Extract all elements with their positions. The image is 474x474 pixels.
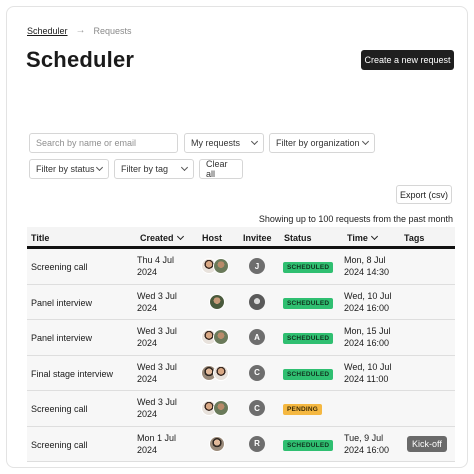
row-time: Tue, 9 Jul 2024 16:00 xyxy=(344,432,390,455)
status-filter-label: Filter by status xyxy=(36,164,95,174)
status-badge: SCHEDULED xyxy=(283,368,334,380)
invitee: R xyxy=(249,435,265,452)
invitee xyxy=(249,293,265,312)
header-host: Host xyxy=(202,233,222,243)
row-title: Screening call xyxy=(31,439,88,450)
row-created: Wed 3 Jul 2024 xyxy=(137,397,177,419)
status-badge: SCHEDULED xyxy=(283,439,334,451)
avatar xyxy=(209,435,225,452)
invitee-avatar: C xyxy=(249,400,265,416)
header-time[interactable]: Time xyxy=(347,232,378,243)
status-badge: SCHEDULED xyxy=(283,261,334,273)
invitee: C xyxy=(249,364,265,381)
tag-filter[interactable]: Filter by tag xyxy=(114,159,194,179)
organization-filter[interactable]: Filter by organization xyxy=(269,133,375,153)
row-created: Wed 3 Jul 2024 xyxy=(137,361,177,384)
clear-all-button[interactable]: Clear all xyxy=(199,159,243,179)
avatar xyxy=(213,400,229,416)
chevron-down-icon xyxy=(176,232,184,241)
header-status: Status xyxy=(284,233,312,243)
header-title[interactable]: Title xyxy=(31,233,49,243)
table-row[interactable]: Screening call Mon 1 Jul 2024 R SCHEDULED… xyxy=(27,426,455,462)
row-created: Wed 3 Jul 2024 xyxy=(137,326,177,348)
invitee: A xyxy=(249,329,265,345)
row-created: Thu 4 Jul 2024 xyxy=(137,255,175,277)
table-row[interactable]: Panel interview Wed 3 Jul 2024 SCHEDULED … xyxy=(27,284,455,320)
table-row[interactable]: Panel interview Wed 3 Jul 2024 A SCHEDULE… xyxy=(27,320,455,356)
avatar xyxy=(213,258,229,274)
header-tags: Tags xyxy=(404,233,425,243)
my-requests-label: My requests xyxy=(191,138,241,148)
organization-filter-label: Filter by organization xyxy=(276,138,360,148)
invitee-avatar: R xyxy=(249,435,265,452)
row-time: Mon, 8 Jul 2024 14:30 xyxy=(344,255,390,277)
header-invitee: Invitee xyxy=(243,233,272,243)
status-badge: PENDING xyxy=(283,403,323,415)
avatar xyxy=(213,329,229,345)
app-frame: Scheduler → Requests Scheduler Create a … xyxy=(6,6,468,468)
row-time: Mon, 15 Jul 2024 16:00 xyxy=(344,326,391,348)
chevron-down-icon xyxy=(95,163,104,172)
table-row[interactable]: Screening call Wed 3 Jul 2024 C PENDING xyxy=(27,391,455,427)
host-avatars xyxy=(209,435,225,452)
avatar xyxy=(213,364,229,381)
host-avatars xyxy=(201,258,229,274)
breadcrumb-current: Requests xyxy=(93,25,132,36)
requests-table: Title Created Host Invitee Status Time T… xyxy=(27,227,455,462)
tag-chip[interactable]: Kick-off xyxy=(407,435,447,452)
page-title: Scheduler xyxy=(26,47,135,72)
row-time: Wed, 10 Jul 2024 11:00 xyxy=(344,361,392,384)
row-title: Panel interview xyxy=(31,297,93,308)
row-title: Screening call xyxy=(31,262,88,272)
header-created[interactable]: Created xyxy=(140,232,184,243)
host-avatars xyxy=(201,364,229,381)
chevron-down-icon xyxy=(250,137,259,146)
host-avatars xyxy=(201,400,229,416)
invitee-avatar: A xyxy=(249,329,265,345)
export-csv-button[interactable]: Export (csv) xyxy=(396,185,452,204)
status-filter[interactable]: Filter by status xyxy=(29,159,109,179)
status-badge: SCHEDULED xyxy=(283,332,334,344)
search-input[interactable]: Search by name or email xyxy=(29,133,178,153)
host-avatars xyxy=(201,329,229,345)
breadcrumb: Scheduler → Requests xyxy=(27,25,132,36)
invitee-avatar: J xyxy=(249,258,265,274)
breadcrumb-scheduler-link[interactable]: Scheduler xyxy=(27,26,68,36)
row-title: Final stage interview xyxy=(31,368,114,379)
invitee: C xyxy=(249,400,265,416)
table-header: Title Created Host Invitee Status Time T… xyxy=(27,227,455,249)
row-title: Panel interview xyxy=(31,333,93,343)
row-created: Mon 1 Jul 2024 xyxy=(137,432,177,455)
avatar xyxy=(209,293,225,310)
arrow-right-icon: → xyxy=(75,25,86,36)
table-row[interactable]: Final stage interview Wed 3 Jul 2024 C SC… xyxy=(27,355,455,391)
chevron-down-icon xyxy=(180,163,189,172)
table-row[interactable]: Screening call Thu 4 Jul 2024 J SCHEDULED… xyxy=(27,249,455,285)
row-time: Wed, 10 Jul 2024 16:00 xyxy=(344,290,392,313)
row-title: Screening call xyxy=(31,404,88,414)
create-request-button[interactable]: Create a new request xyxy=(361,50,454,70)
chevron-down-icon xyxy=(361,137,370,146)
chevron-down-icon xyxy=(370,232,378,241)
invitee-avatar: C xyxy=(249,364,265,381)
row-created: Wed 3 Jul 2024 xyxy=(137,290,177,313)
my-requests-select[interactable]: My requests xyxy=(184,133,264,153)
tag-filter-label: Filter by tag xyxy=(121,164,169,174)
results-summary: Showing up to 100 requests from the past… xyxy=(258,214,453,224)
status-badge: SCHEDULED xyxy=(283,297,334,309)
host-avatars xyxy=(209,293,225,310)
invitee: J xyxy=(249,258,265,274)
invitee-avatar xyxy=(249,293,265,310)
